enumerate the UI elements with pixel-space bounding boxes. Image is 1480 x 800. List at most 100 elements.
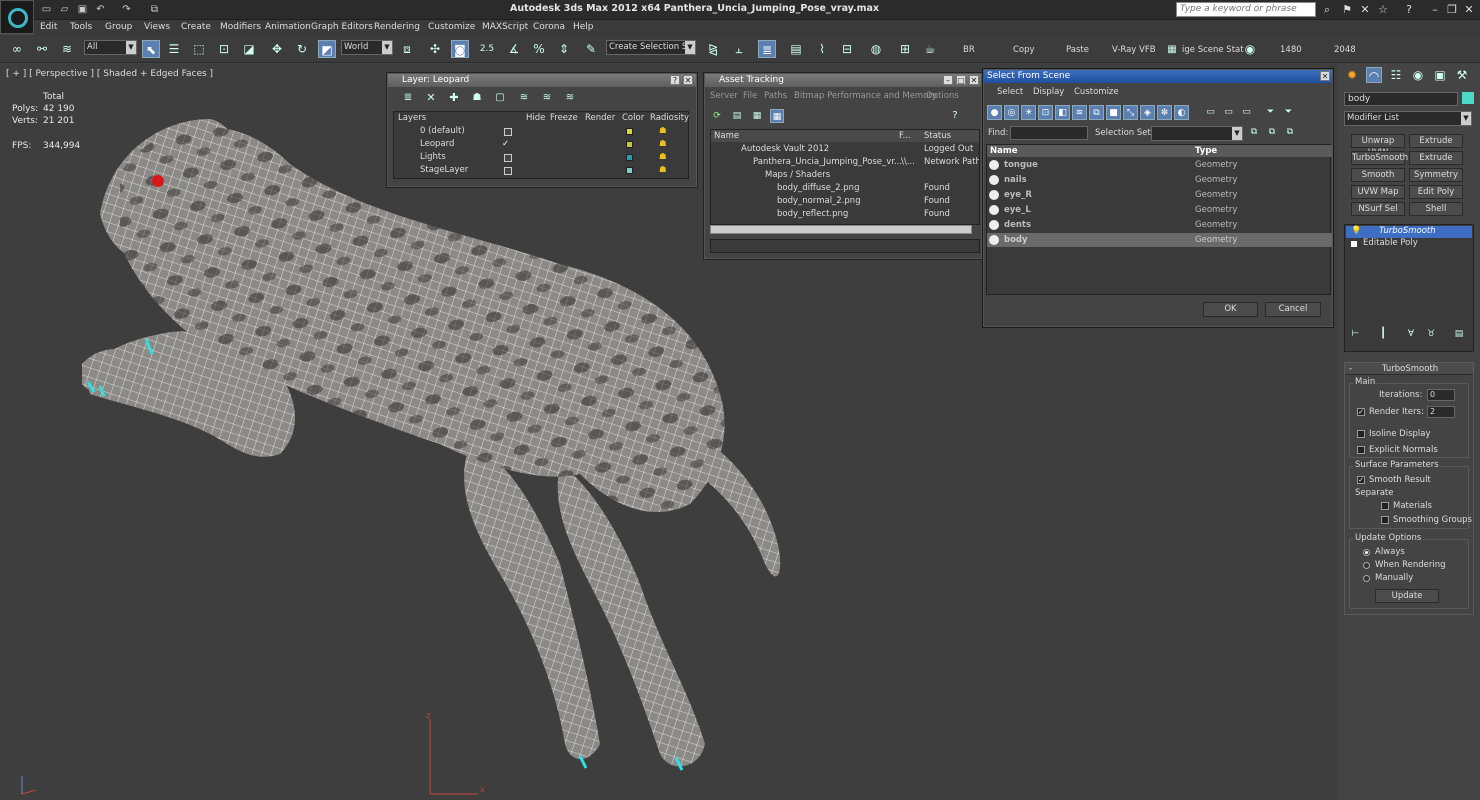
display-containers-icon[interactable]: ◈: [1140, 105, 1155, 120]
stack-item-editable-poly[interactable]: Editable Poly: [1363, 237, 1418, 250]
new-file-icon[interactable]: ▭: [40, 3, 53, 16]
selection-filter-dropdown[interactable]: All ▼: [84, 40, 137, 55]
asset-close-icon[interactable]: ✕: [969, 75, 979, 85]
asset-horizontal-scrollbar[interactable]: [710, 225, 972, 234]
undo-icon[interactable]: ↶: [94, 3, 107, 16]
ok-button[interactable]: OK: [1203, 302, 1258, 317]
save-icon[interactable]: ▣: [76, 3, 89, 16]
asset-row-name[interactable]: Panthera_Uncia_Jumping_Pose_vr...: [753, 156, 902, 169]
spinner-snap-icon[interactable]: ⇕: [555, 40, 573, 58]
remove-modifier-icon[interactable]: ♉: [1424, 327, 1438, 341]
asset-menu-paths[interactable]: Paths: [764, 90, 787, 103]
menu-create[interactable]: Create: [181, 22, 211, 32]
layer-row-name[interactable]: Lights: [420, 151, 446, 164]
radiosity-icon[interactable]: ☗: [659, 151, 667, 164]
menu-animation[interactable]: Animation: [265, 22, 311, 32]
cancel-button[interactable]: Cancel: [1265, 302, 1321, 317]
select-move-icon[interactable]: ◪: [240, 40, 258, 58]
display-hidden-icon[interactable]: ◐: [1174, 105, 1189, 120]
named-selection-dropdown[interactable]: Create Selection Se ▼: [606, 40, 696, 55]
layer-row-name[interactable]: Leopard: [420, 138, 454, 151]
col-name[interactable]: Name: [990, 145, 1017, 158]
isoline-checkbox[interactable]: [1357, 430, 1365, 438]
select-menu-select[interactable]: Select: [997, 86, 1023, 99]
curve-editor-icon[interactable]: ⌇: [813, 40, 831, 58]
refresh-icon[interactable]: ⟳: [710, 109, 724, 123]
minimize-icon[interactable]: –: [1428, 3, 1442, 16]
col-f[interactable]: F...: [899, 130, 911, 143]
link-icon[interactable]: ∞: [8, 40, 26, 58]
render-setup-icon[interactable]: ⊞: [896, 40, 914, 58]
select-by-name-icon[interactable]: ☰: [165, 40, 183, 58]
select-dialog-title[interactable]: Select From Scene ✕: [984, 70, 1332, 83]
render-iters-checkbox[interactable]: ✓: [1357, 408, 1365, 416]
create-selset-icon[interactable]: ⧉: [1247, 125, 1261, 139]
select-menu-display[interactable]: Display: [1033, 86, 1064, 99]
configure-sets-icon[interactable]: ▤: [1452, 327, 1466, 341]
asset-row-name[interactable]: Autodesk Vault 2012: [741, 143, 829, 156]
asset-help-icon[interactable]: ?: [948, 109, 962, 123]
display-cameras-icon[interactable]: ⊡: [1038, 105, 1053, 120]
always-radio[interactable]: [1363, 549, 1370, 556]
display-spacewarps-icon[interactable]: ≋: [1072, 105, 1087, 120]
redo-icon[interactable]: ↷: [120, 3, 133, 16]
iterations-spinner[interactable]: 0: [1427, 389, 1455, 401]
table-view-icon[interactable]: ▦: [770, 109, 784, 123]
asset-path-field[interactable]: [710, 239, 980, 253]
layer-manager-icon[interactable]: ≣: [758, 40, 776, 58]
paste-button[interactable]: Paste: [1066, 45, 1089, 55]
layer-color-swatch[interactable]: [626, 154, 633, 161]
detail-view-icon[interactable]: ▦: [750, 109, 764, 123]
percent-snap-icon[interactable]: %: [530, 40, 548, 58]
hide-all-icon[interactable]: ≋: [517, 91, 531, 105]
angle-snap-icon[interactable]: ∡: [505, 40, 523, 58]
object-row-name[interactable]: body: [1004, 234, 1028, 247]
object-row-name[interactable]: dents: [1004, 219, 1031, 232]
layer-color-swatch[interactable]: [626, 167, 633, 174]
display-xrefs-icon[interactable]: ■: [1106, 105, 1121, 120]
object-row-name[interactable]: eye_R: [1004, 189, 1032, 202]
clay-render-icon[interactable]: ◉: [1241, 40, 1259, 58]
render-height-value[interactable]: 2048: [1334, 45, 1356, 55]
layer-panel-title[interactable]: Layer: Leopard ? ✕: [388, 74, 696, 87]
align-icon[interactable]: ⫠: [730, 40, 748, 58]
keyboard-shortcut-icon[interactable]: ◙: [451, 40, 469, 58]
pivot-center-icon[interactable]: ⧈: [398, 40, 416, 58]
col-name[interactable]: Name: [714, 130, 739, 143]
nsurf-sel-button[interactable]: NSurf Sel: [1351, 202, 1405, 216]
render-iters-spinner[interactable]: 2: [1427, 406, 1455, 418]
select-invert-icon[interactable]: ▭: [1239, 105, 1254, 120]
col-status[interactable]: Status: [924, 130, 951, 143]
manually-radio[interactable]: [1363, 575, 1370, 582]
layer-color-swatch[interactable]: [626, 128, 633, 135]
object-row-name[interactable]: tongue: [1004, 159, 1038, 172]
window-crossing-icon[interactable]: ⊡: [215, 40, 233, 58]
pin-stack-icon[interactable]: ⊢: [1348, 327, 1362, 341]
remove-selset-icon[interactable]: ⧉: [1283, 125, 1297, 139]
create-tab-icon[interactable]: ✹: [1344, 67, 1360, 83]
radiosity-icon[interactable]: ☗: [659, 164, 667, 177]
shell-button[interactable]: Shell: [1409, 202, 1463, 216]
symmetry-button[interactable]: Symmetry: [1409, 168, 1463, 182]
render-width-value[interactable]: 1480: [1280, 45, 1302, 55]
menu-corona[interactable]: Corona: [533, 22, 565, 32]
menu-rendering[interactable]: Rendering: [374, 22, 420, 32]
display-helpers-icon[interactable]: ◧: [1055, 105, 1070, 120]
asset-panel-title[interactable]: Asset Tracking – ▢ ✕: [705, 74, 981, 87]
show-end-result-icon[interactable]: ┃: [1376, 327, 1390, 341]
subscription-icon[interactable]: ⚑: [1340, 3, 1354, 16]
menu-graph-editors[interactable]: Graph Editors: [311, 22, 373, 32]
explicit-normals-checkbox[interactable]: [1357, 446, 1365, 454]
asset-maximize-icon[interactable]: ▢: [956, 75, 966, 85]
select-menu-customize[interactable]: Customize: [1074, 86, 1119, 99]
graphite-tools-icon[interactable]: ▤: [787, 40, 805, 58]
menu-group[interactable]: Group: [105, 22, 132, 32]
layer-color-swatch[interactable]: [626, 141, 633, 148]
asset-row-name[interactable]: Maps / Shaders: [765, 169, 830, 182]
when-rendering-radio[interactable]: [1363, 562, 1370, 569]
make-unique-icon[interactable]: ∀: [1404, 327, 1418, 341]
radiosity-icon[interactable]: ☗: [659, 138, 667, 151]
add-selset-icon[interactable]: ⧉: [1265, 125, 1279, 139]
communication-icon[interactable]: ✕: [1358, 3, 1372, 16]
copy-button[interactable]: Copy: [1013, 45, 1035, 55]
